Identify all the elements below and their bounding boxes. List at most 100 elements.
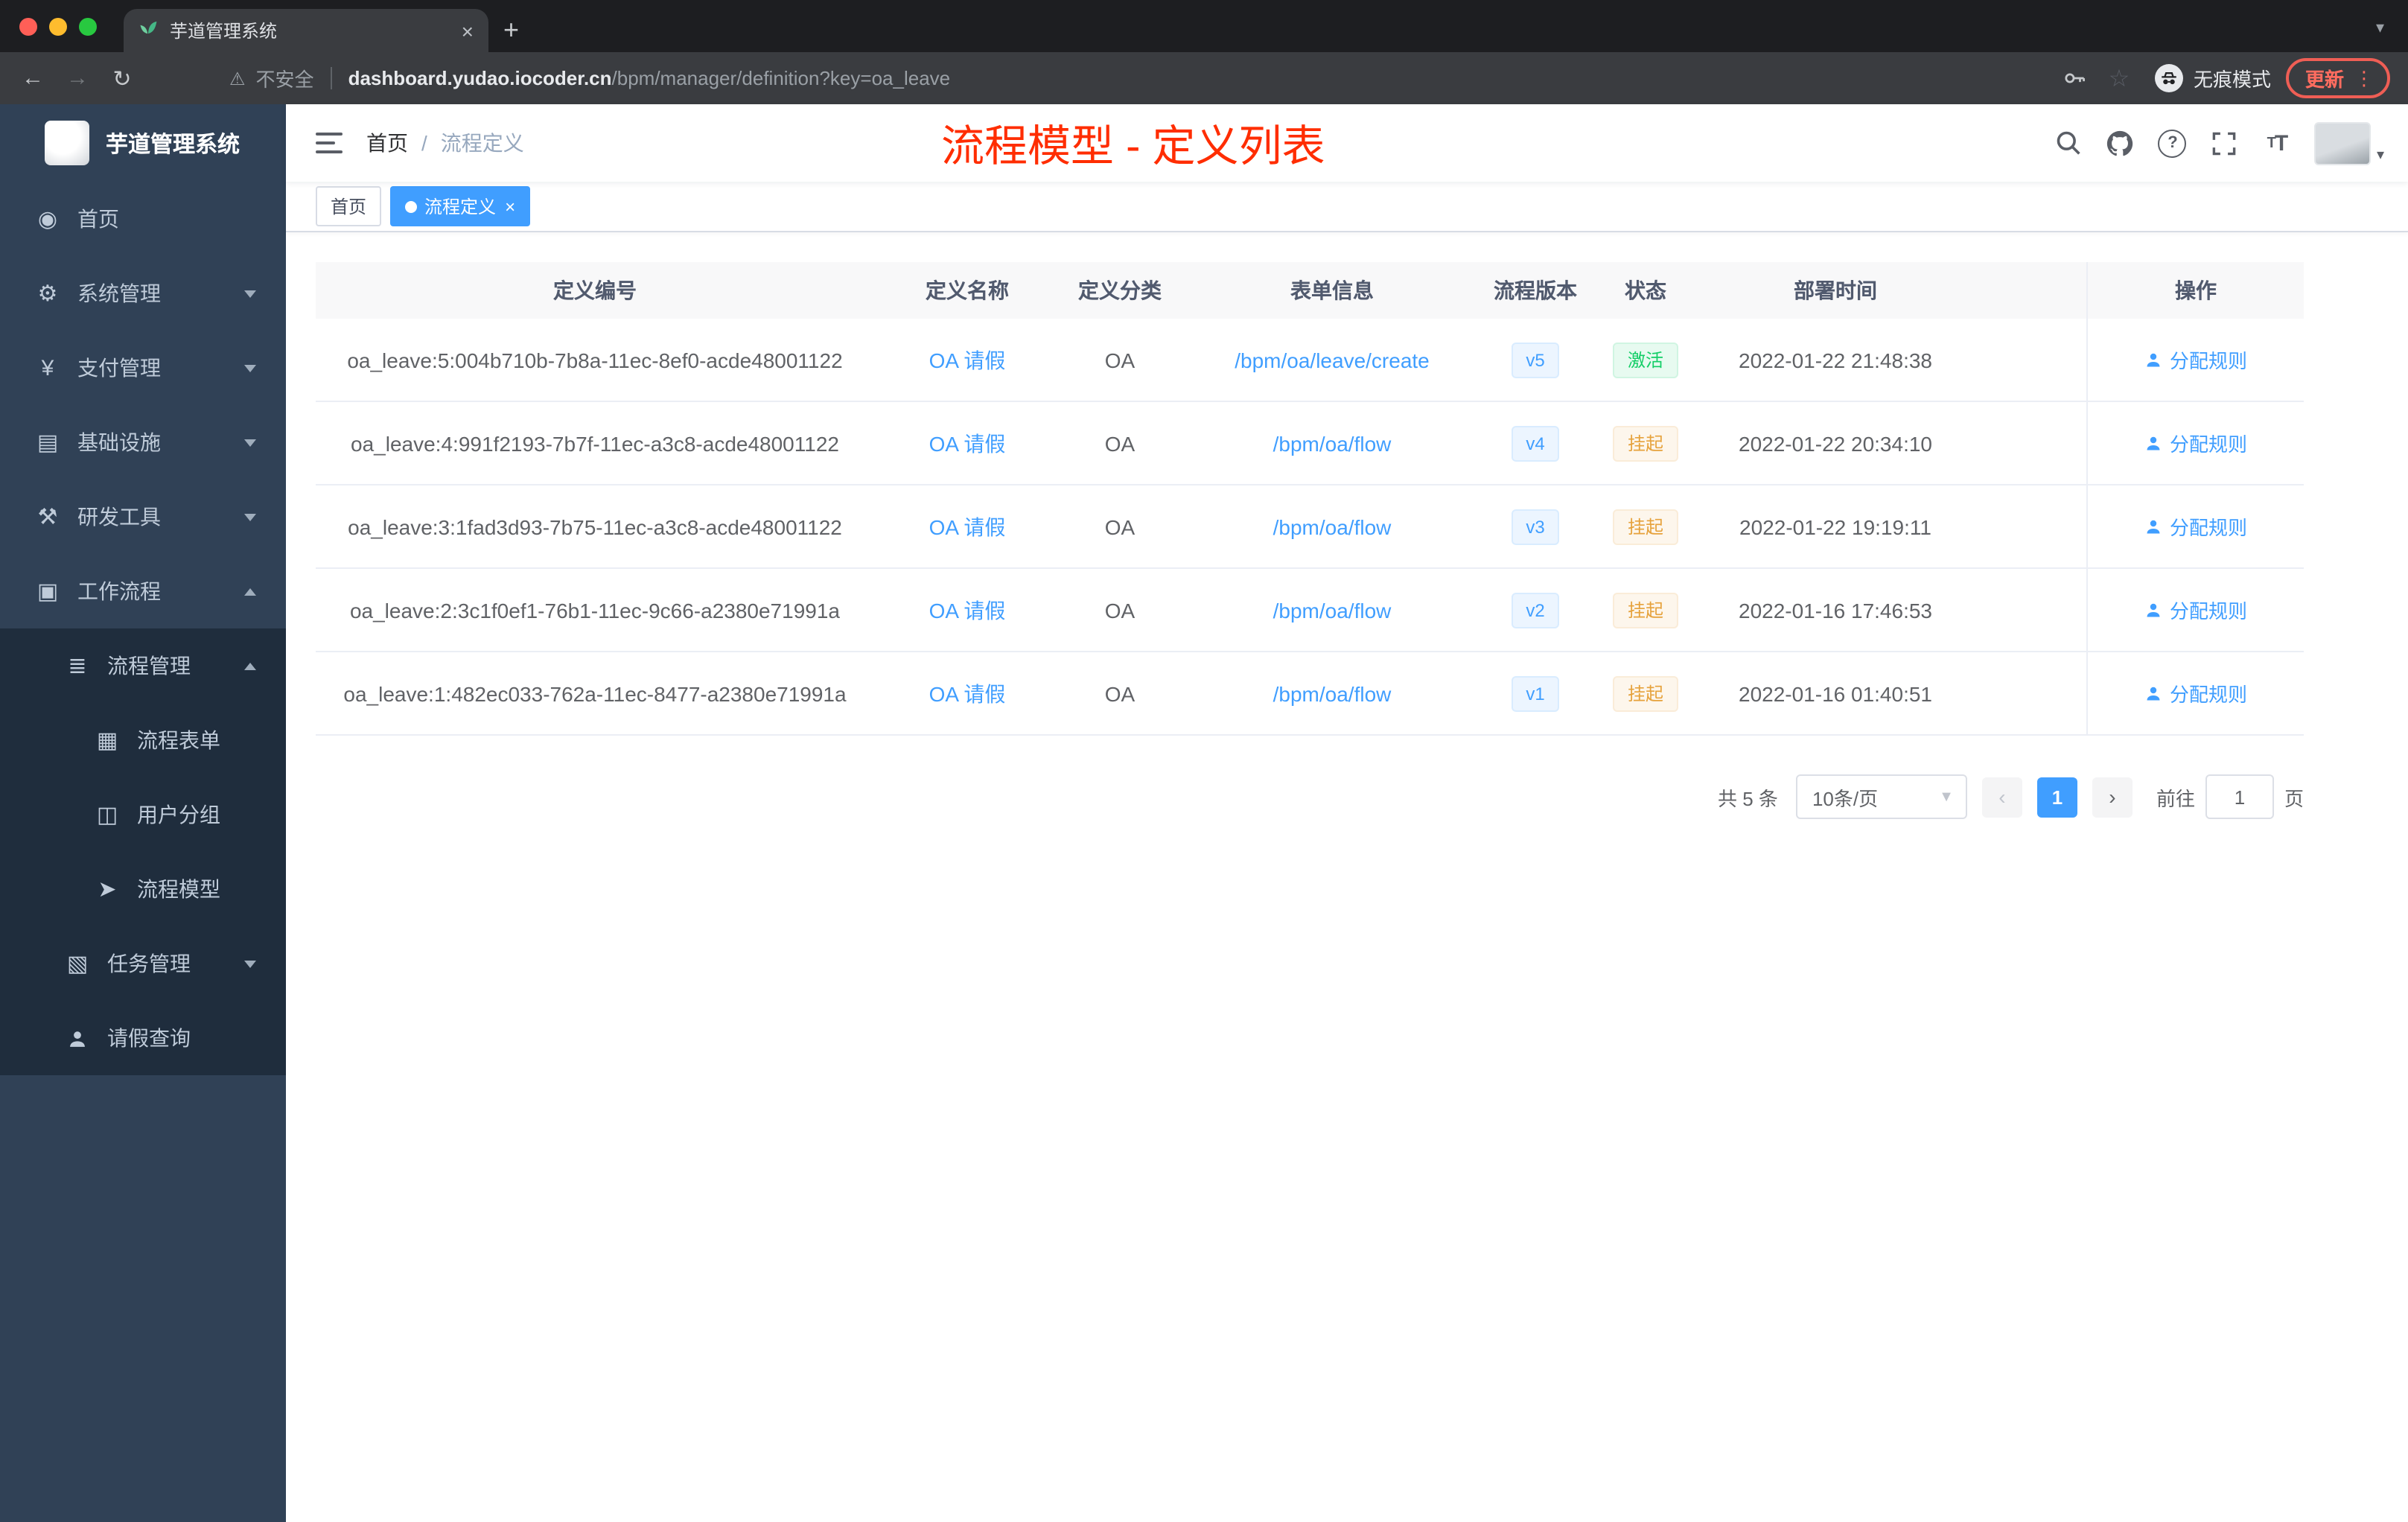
goto-page-input[interactable]: [2205, 774, 2274, 819]
tab-search-chevron-icon[interactable]: ▾: [2376, 18, 2408, 52]
reload-button[interactable]: ↻: [107, 65, 137, 92]
table-row: oa_leave:4:991f2193-7b7f-11ec-a3c8-acde4…: [316, 402, 2304, 485]
sidebar-item-process-model[interactable]: ➤ 流程模型: [0, 852, 286, 926]
assign-rule-link[interactable]: 分配规则: [2144, 346, 2247, 374]
top-navbar: 首页 / 流程定义 流程模型 - 定义列表 ? TT ▾: [286, 104, 2408, 182]
definition-name-link[interactable]: OA 请假: [929, 428, 1006, 458]
breadcrumb-current: 流程定义: [440, 131, 524, 155]
prev-page-button[interactable]: ‹: [1981, 777, 2022, 817]
person-icon: [60, 1025, 95, 1051]
chevron-up-icon: [244, 662, 256, 669]
browser-tabstrip: 芋道管理系统 × + ▾: [0, 0, 2408, 52]
user-avatar[interactable]: ▾: [2313, 121, 2384, 165]
tag-process-definition[interactable]: 流程定义 ×: [390, 186, 531, 226]
sidebar-item-dev-tools[interactable]: ⚒ 研发工具: [0, 480, 286, 554]
definition-name-link[interactable]: OA 请假: [929, 345, 1006, 375]
help-icon[interactable]: ?: [2158, 128, 2188, 158]
tag-home[interactable]: 首页: [316, 186, 382, 226]
workflow-icon: ▣: [36, 579, 59, 605]
back-button[interactable]: ←: [18, 66, 48, 91]
assign-rule-link[interactable]: 分配规则: [2144, 596, 2247, 624]
table-row: oa_leave:5:004b710b-7b8a-11ec-8ef0-acde4…: [316, 319, 2304, 402]
sidebar-item-home[interactable]: ◉ 首页: [0, 182, 286, 256]
assign-rule-link[interactable]: 分配规则: [2144, 679, 2247, 707]
assign-rule-label: 分配规则: [2169, 433, 2247, 456]
security-label[interactable]: 不安全: [256, 64, 314, 92]
maximize-window-button[interactable]: [79, 17, 97, 35]
version-badge: v2: [1511, 592, 1560, 628]
goto-page: 前往 页: [2156, 774, 2304, 819]
sidebar-item-workflow[interactable]: ▣ 工作流程: [0, 554, 286, 628]
cell-category: OA: [1104, 598, 1135, 622]
cell-definition-id: oa_leave:4:991f2193-7b7f-11ec-a3c8-acde4…: [351, 431, 839, 455]
breadcrumb-separator: /: [421, 131, 427, 155]
tag-close-icon[interactable]: ×: [505, 197, 515, 215]
definition-name-link[interactable]: OA 请假: [929, 595, 1006, 625]
chevron-down-icon: [244, 960, 256, 967]
assign-rule-link[interactable]: 分配规则: [2144, 512, 2247, 541]
sidebar-item-system-mgmt[interactable]: ⚙ 系统管理: [0, 256, 286, 331]
sidebar-item-process-form[interactable]: ▦ 流程表单: [0, 703, 286, 777]
tag-label: 流程定义: [424, 197, 497, 217]
sidebar-item-user-group[interactable]: ◫ 用户分组: [0, 777, 286, 852]
table-row: oa_leave:3:1fad3d93-7b75-11ec-a3c8-acde4…: [316, 485, 2304, 569]
incognito-icon: [2154, 64, 2183, 92]
yen-icon: ¥: [41, 355, 54, 380]
new-tab-button[interactable]: +: [503, 16, 519, 43]
browser-toolbar: ← → ↻ ⚠ 不安全 dashboard.yudao.iocoder.cn/b…: [0, 52, 2408, 104]
form-info-link[interactable]: /bpm/oa/flow: [1273, 598, 1392, 622]
app-logo[interactable]: 芋道管理系统: [0, 104, 286, 182]
sidebar-item-label: 用户分组: [137, 803, 220, 827]
definition-name-link[interactable]: OA 请假: [929, 512, 1006, 541]
collapse-sidebar-icon[interactable]: [316, 133, 343, 153]
assign-rule-label: 分配规则: [2169, 684, 2247, 706]
omnibox[interactable]: ⚠ 不安全 dashboard.yudao.iocoder.cn/bpm/man…: [152, 64, 2045, 92]
next-page-button[interactable]: ›: [2092, 777, 2133, 817]
breadcrumb-home[interactable]: 首页: [366, 128, 408, 158]
form-icon: ▦: [96, 728, 118, 754]
page-number-button[interactable]: 1: [2036, 777, 2077, 817]
forward-button[interactable]: →: [63, 66, 92, 91]
github-icon[interactable]: [2106, 128, 2135, 158]
close-window-button[interactable]: [19, 17, 37, 35]
sidebar-item-leave-query[interactable]: 请假查询: [0, 1001, 286, 1075]
tags-view-bar: 首页 流程定义 ×: [286, 182, 2408, 232]
minimize-window-button[interactable]: [49, 17, 67, 35]
page-size-select[interactable]: 10条/页 ▼: [1795, 774, 1967, 819]
bookmark-star-icon[interactable]: ☆: [2104, 63, 2134, 93]
tab-close-icon[interactable]: ×: [462, 20, 474, 41]
version-badge: v1: [1511, 675, 1560, 711]
search-icon[interactable]: [2054, 128, 2083, 158]
screen: 芋道管理系统 × + ▾ ← → ↻ ⚠ 不安全 dashboard.yudao…: [0, 0, 2408, 1522]
sidebar-item-process-mgmt[interactable]: ≣ 流程管理: [0, 628, 286, 703]
cell-category: OA: [1104, 681, 1135, 705]
person-icon: [2147, 352, 2160, 366]
status-badge: 挂起: [1612, 425, 1678, 461]
sidebar-item-payment-mgmt[interactable]: ¥ 支付管理: [0, 331, 286, 405]
url-text[interactable]: dashboard.yudao.iocoder.cn/bpm/manager/d…: [348, 67, 951, 89]
pagination-total: 共 5 条: [1718, 787, 1778, 809]
sidebar-item-infrastructure[interactable]: ▤ 基础设施: [0, 405, 286, 480]
assign-rule-link[interactable]: 分配规则: [2144, 429, 2247, 457]
fullscreen-icon[interactable]: [2210, 128, 2240, 158]
form-info-link[interactable]: /bpm/oa/flow: [1273, 515, 1392, 538]
font-size-icon[interactable]: TT: [2262, 128, 2292, 158]
form-info-link[interactable]: /bpm/oa/flow: [1273, 681, 1392, 705]
status-badge: 激活: [1612, 342, 1678, 378]
browser-update-button[interactable]: 更新 ⋮: [2285, 58, 2390, 98]
browser-menu-icon[interactable]: ⋮: [2354, 66, 2374, 90]
infrastructure-icon: ▤: [36, 430, 59, 456]
goto-label: 前往: [2156, 787, 2195, 809]
browser-tab[interactable]: 芋道管理系统 ×: [124, 9, 488, 52]
table-row: oa_leave:1:482ec033-762a-11ec-8477-a2380…: [316, 652, 2304, 736]
sidebar-item-label: 系统管理: [77, 281, 161, 305]
chevron-up-icon: [244, 588, 256, 595]
form-info-link[interactable]: /bpm/oa/leave/create: [1235, 348, 1430, 372]
form-info-link[interactable]: /bpm/oa/flow: [1273, 431, 1392, 455]
definition-name-link[interactable]: OA 请假: [929, 678, 1006, 708]
warning-icon: ⚠: [229, 68, 246, 89]
sidebar-item-task-mgmt[interactable]: ▧ 任务管理: [0, 926, 286, 1001]
cell-deploy-time: 2022-01-16 01:40:51: [1739, 681, 1932, 705]
key-icon[interactable]: [2060, 63, 2089, 93]
cell-definition-id: oa_leave:5:004b710b-7b8a-11ec-8ef0-acde4…: [347, 348, 843, 372]
